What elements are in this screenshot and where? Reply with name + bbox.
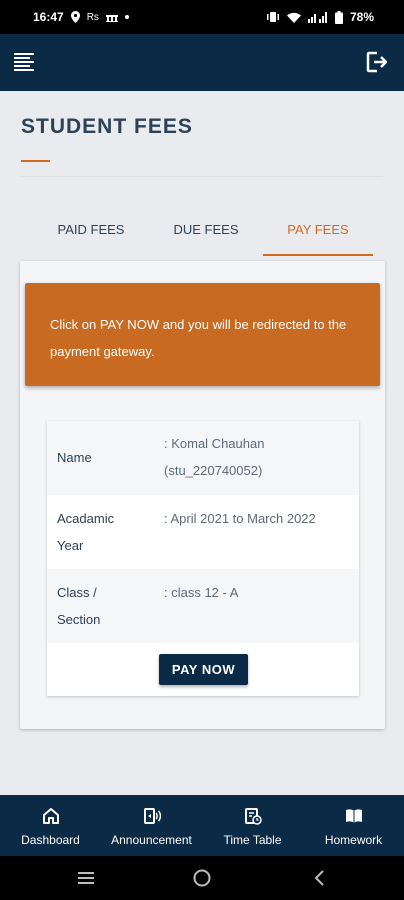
tab-paid-fees[interactable]: PAID FEES (37, 212, 145, 256)
payment-notice: Click on PAY NOW and you will be redirec… (25, 283, 380, 386)
location-icon (70, 11, 80, 23)
book-icon (345, 809, 362, 823)
logout-icon[interactable] (365, 51, 387, 73)
title-divider (21, 176, 383, 177)
info-label-year-line1: Acadamic (57, 511, 115, 526)
pay-now-button[interactable]: PAY NOW (159, 654, 248, 685)
system-nav-bar (0, 856, 404, 900)
info-label-name: Name (57, 450, 92, 465)
nav-time-table-label: Time Table (223, 833, 282, 847)
nav-homework-label: Homework (324, 833, 383, 847)
tab-pay-fees[interactable]: PAY FEES (263, 212, 373, 256)
back-icon[interactable] (310, 868, 330, 888)
home-button-icon[interactable] (192, 868, 212, 888)
info-value-class: : class 12 - A (164, 585, 239, 600)
title-accent-line (21, 160, 50, 162)
recent-apps-icon[interactable] (76, 868, 96, 888)
timetable-icon (244, 808, 262, 825)
battery-icon (334, 10, 343, 24)
page-title: STUDENT FEES (21, 115, 193, 138)
status-time: 16:47 (33, 10, 64, 24)
vibrate-icon (266, 12, 279, 22)
info-row-year: Acadamic Year : April 2021 to March 2022 (47, 495, 359, 569)
nav-dashboard[interactable]: Dashboard (0, 795, 101, 856)
nav-homework[interactable]: Homework (303, 795, 404, 856)
info-value-name: : Komal Chauhan (164, 436, 265, 451)
nav-time-table[interactable]: Time Table (202, 795, 303, 856)
info-label-class-line2: Section (57, 612, 101, 627)
app-bar (0, 34, 404, 91)
fee-tabs: PAID FEES DUE FEES PAY FEES (37, 212, 373, 256)
dot-icon (124, 15, 129, 19)
bottom-nav: Dashboard Announcement Time Table Homewo… (0, 795, 404, 856)
info-value-year: : April 2021 to March 2022 (164, 511, 316, 526)
status-rs-text: Rs (86, 11, 99, 23)
menu-icon[interactable] (14, 52, 34, 72)
info-label-class-line1: Class / (57, 585, 97, 600)
bank-icon (105, 15, 118, 22)
info-label-year-line2: Year (57, 538, 84, 553)
nav-announcement[interactable]: Announcement (101, 795, 202, 856)
info-row-class: Class / Section : class 12 - A (47, 569, 359, 643)
home-icon (42, 808, 59, 824)
info-row-name: Name : Komal Chauhan (stu_220740052) (47, 421, 359, 495)
announcement-icon (143, 808, 161, 824)
pay-fees-card: Click on PAY NOW and you will be redirec… (20, 261, 385, 729)
main-content: STUDENT FEES PAID FEES DUE FEES PAY FEES… (0, 91, 404, 795)
status-bar: 16:47 Rs 78% (0, 0, 404, 34)
wifi-icon (286, 12, 301, 23)
battery-percent: 78% (349, 10, 374, 24)
student-info-card: Name : Komal Chauhan (stu_220740052) Aca… (47, 421, 359, 696)
tab-due-fees[interactable]: DUE FEES (155, 212, 257, 256)
nav-dashboard-label: Dashboard (21, 833, 80, 847)
info-value-student-id: (stu_220740052) (164, 463, 263, 478)
nav-announcement-label: Announcement (111, 833, 192, 847)
signal-icon (307, 11, 327, 23)
